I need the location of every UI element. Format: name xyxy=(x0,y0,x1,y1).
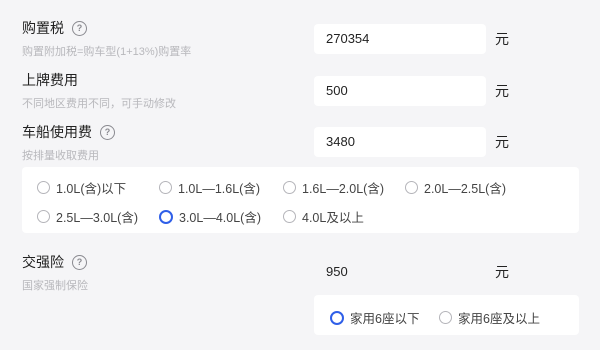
displacement-option-3[interactable]: 2.0L—2.5L(含) xyxy=(405,178,506,197)
question-circle-icon[interactable]: ? xyxy=(72,254,87,270)
radio-circle-icon xyxy=(405,181,418,194)
seat-option-0[interactable]: 家用6座以下 xyxy=(330,308,419,327)
insurance-subtitle: 国家强制保险 xyxy=(22,280,88,292)
vessel-tax-subtitle: 按排量收取费用 xyxy=(22,150,99,162)
radio-circle-icon xyxy=(283,210,296,223)
radio-circle-icon xyxy=(439,311,452,324)
purchase-tax-subtitle: 购置附加税=购车型(1+13%)购置率 xyxy=(22,46,192,58)
displacement-option-4[interactable]: 2.5L—3.0L(含) xyxy=(37,207,138,226)
displacement-option-label: 1.6L—2.0L(含) xyxy=(302,182,384,196)
displacement-option-label: 3.0L—4.0L(含) xyxy=(179,211,261,225)
purchase-tax-input[interactable]: 270354 xyxy=(314,24,486,54)
displacement-options-panel: 1.0L(含)以下 1.0L—1.6L(含) 1.6L—2.0L(含) 2.0L… xyxy=(22,167,579,233)
vessel-tax-unit: 元 xyxy=(495,134,509,150)
seat-option-label: 家用6座及以上 xyxy=(458,312,540,326)
displacement-option-2[interactable]: 1.6L—2.0L(含) xyxy=(283,178,384,197)
question-circle-icon[interactable]: ? xyxy=(72,20,87,36)
displacement-option-1[interactable]: 1.0L—1.6L(含) xyxy=(159,178,260,197)
radio-circle-icon xyxy=(159,209,173,224)
vessel-tax-title: 车船使用费 xyxy=(22,124,92,140)
seat-option-label: 家用6座以下 xyxy=(350,312,420,326)
radio-circle-icon xyxy=(330,310,344,325)
displacement-option-5[interactable]: 3.0L—4.0L(含) xyxy=(159,207,261,226)
question-circle-icon[interactable]: ? xyxy=(100,124,115,140)
plate-fee-unit: 元 xyxy=(495,83,509,99)
insurance-value: 950 xyxy=(314,257,486,287)
insurance-unit: 元 xyxy=(495,264,509,280)
insurance-label: 交强险 ? 国家强制保险 xyxy=(22,252,88,293)
radio-circle-icon xyxy=(37,210,50,223)
displacement-option-label: 1.0L—1.6L(含) xyxy=(178,182,260,196)
seat-options-panel: 家用6座以下 家用6座及以上 xyxy=(314,295,579,335)
radio-circle-icon xyxy=(283,181,296,194)
plate-fee-subtitle: 不同地区费用不同，可手动修改 xyxy=(22,98,176,110)
plate-fee-label: 上牌费用 不同地区费用不同，可手动修改 xyxy=(22,70,176,111)
seat-option-1[interactable]: 家用6座及以上 xyxy=(439,308,540,327)
radio-circle-icon xyxy=(37,181,50,194)
vessel-tax-label: 车船使用费 ? 按排量收取费用 xyxy=(22,122,115,163)
displacement-option-0[interactable]: 1.0L(含)以下 xyxy=(37,178,126,197)
plate-fee-title: 上牌费用 xyxy=(22,72,78,88)
displacement-option-label: 2.0L—2.5L(含) xyxy=(424,182,506,196)
plate-fee-input[interactable]: 500 xyxy=(314,76,486,106)
radio-circle-icon xyxy=(159,181,172,194)
purchase-tax-title: 购置税 xyxy=(22,20,64,36)
purchase-tax-unit: 元 xyxy=(495,31,509,47)
insurance-title: 交强险 xyxy=(22,254,64,270)
displacement-option-label: 1.0L(含)以下 xyxy=(56,182,127,196)
vessel-tax-input[interactable]: 3480 xyxy=(314,127,486,157)
purchase-tax-label: 购置税 ? 购置附加税=购车型(1+13%)购置率 xyxy=(22,18,191,59)
displacement-option-6[interactable]: 4.0L及以上 xyxy=(283,207,364,226)
displacement-option-label: 4.0L及以上 xyxy=(302,211,364,225)
displacement-option-label: 2.5L—3.0L(含) xyxy=(56,211,138,225)
